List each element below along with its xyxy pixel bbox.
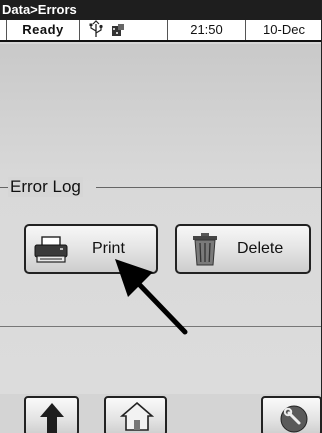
group-divider [96,187,321,188]
status-bar: Ready 21:50 10-Dec [0,20,321,42]
main-content: Error Log Print Delete [0,44,321,394]
status-icons [80,20,168,40]
tools-icon [280,405,308,433]
section-divider [0,326,321,327]
device-screen: Data>Errors Ready 21:50 10-Dec Error Log… [0,0,322,433]
print-label: Print [92,240,125,257]
device-icon [112,24,124,36]
trash-icon [193,233,217,266]
title-bar: Data>Errors [0,0,321,20]
bottom-nav-bar [0,394,321,433]
up-arrow-icon [40,403,64,433]
home-button[interactable] [104,396,167,433]
delete-button[interactable]: Delete [175,224,311,274]
home-icon [120,401,154,431]
delete-label: Delete [237,240,284,257]
error-log-label: Error Log [8,177,83,197]
print-button[interactable]: Print [24,224,158,274]
up-button[interactable] [24,396,79,433]
group-divider [0,187,8,188]
usb-icon [89,20,103,37]
window-title: Data>Errors [2,2,77,17]
status-time: 21:50 [168,20,246,40]
printer-icon [34,236,68,263]
tools-button[interactable] [261,396,321,433]
status-ready: Ready [6,20,80,40]
status-date: 10-Dec [263,22,305,37]
